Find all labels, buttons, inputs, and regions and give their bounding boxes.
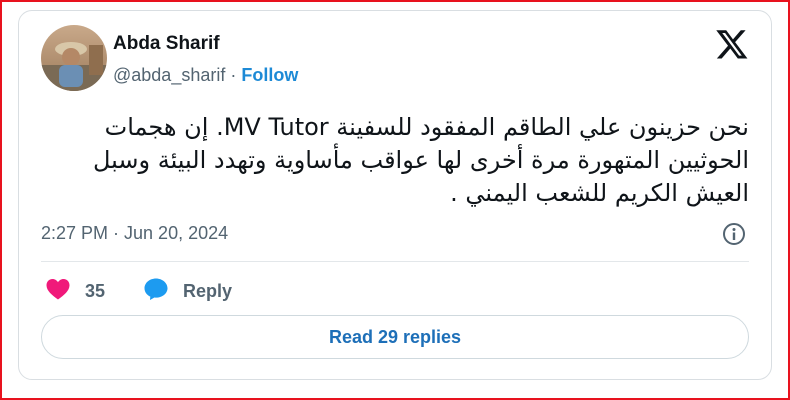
like-button[interactable]: 35 <box>45 277 105 306</box>
handle-row: @abda_sharif · Follow <box>113 65 298 86</box>
speech-bubble-icon <box>143 277 169 306</box>
tweet-text: نحن حزينون علي الطاقم المفقود للسفينة MV… <box>92 113 749 207</box>
avatar[interactable] <box>41 25 107 91</box>
author-name[interactable]: Abda Sharif <box>113 33 220 55</box>
x-logo-icon[interactable] <box>715 27 749 61</box>
separator-dot: · <box>230 65 237 85</box>
author-handle[interactable]: @abda_sharif <box>113 65 225 85</box>
tweet-card: Abda Sharif @abda_sharif · Follow نحن حز… <box>18 10 772 380</box>
tweet-timestamp[interactable]: 2:27 PM · Jun 20, 2024 <box>41 223 228 244</box>
divider <box>41 261 749 262</box>
info-icon[interactable] <box>721 221 747 247</box>
follow-button[interactable]: Follow <box>241 65 298 85</box>
reply-label: Reply <box>183 281 233 301</box>
reply-button[interactable]: Reply <box>143 277 232 306</box>
like-count: 35 <box>85 281 106 301</box>
read-replies-button[interactable]: Read 29 replies <box>41 315 749 359</box>
heart-icon <box>45 277 71 306</box>
